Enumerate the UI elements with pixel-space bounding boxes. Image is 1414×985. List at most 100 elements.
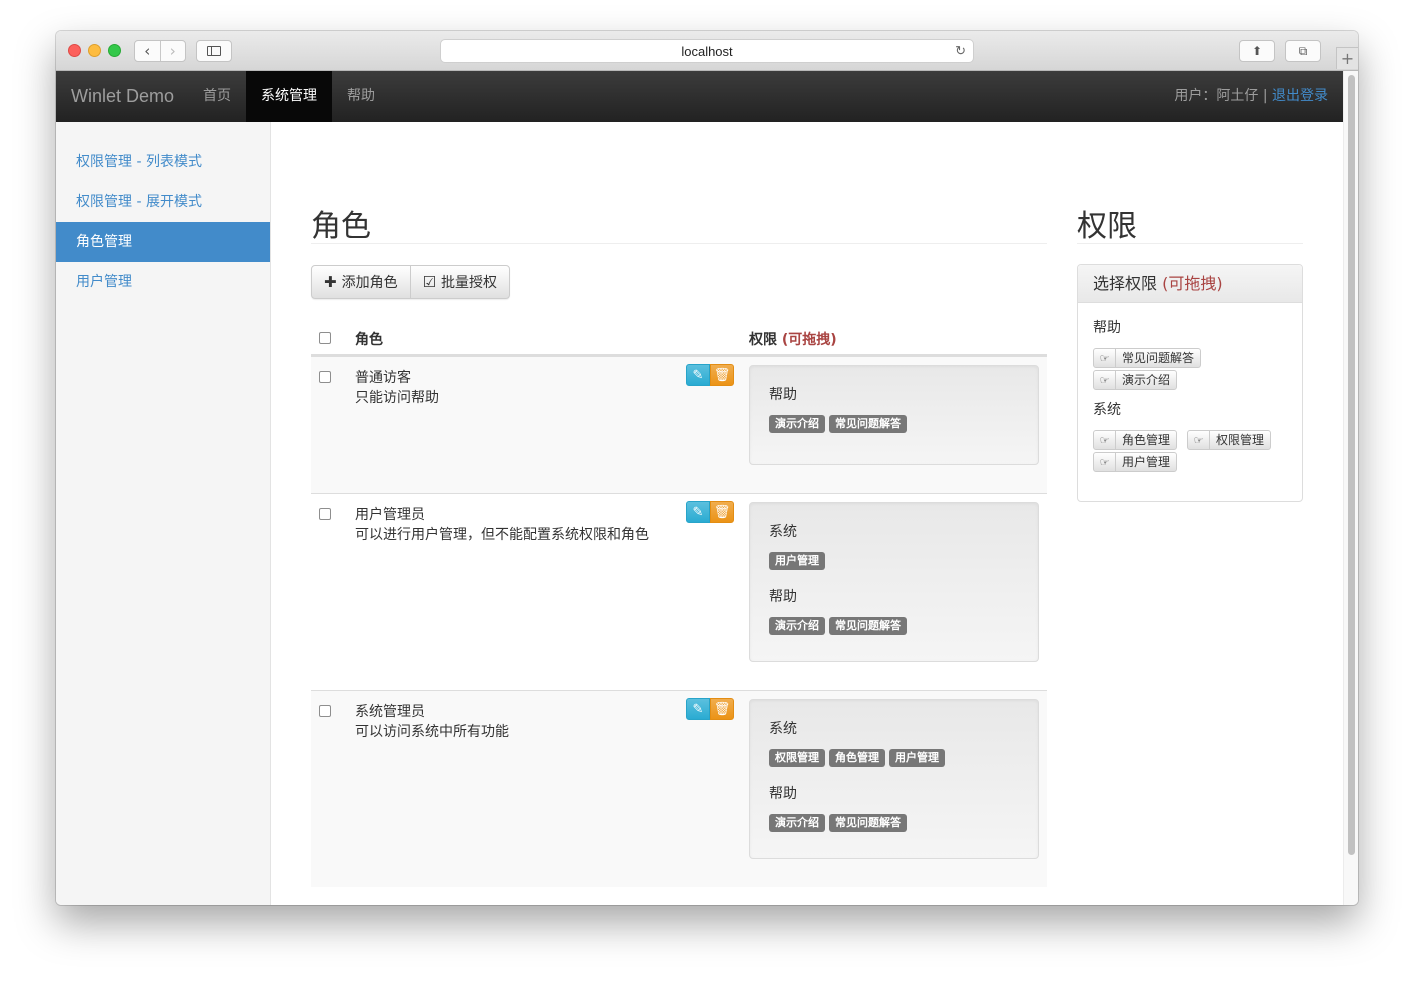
scrollbar-thumb[interactable]: [1348, 75, 1355, 855]
logout-link[interactable]: 退出登录: [1272, 88, 1328, 104]
user-name: 阿土仔: [1216, 88, 1259, 104]
toolbar: ✚ 添加角色 ☑ 批量授权: [311, 265, 511, 299]
edit-button[interactable]: ✎: [686, 501, 710, 523]
close-window-button[interactable]: [68, 44, 81, 57]
drag-hint: (可拖拽): [781, 332, 837, 348]
edit-button[interactable]: ✎: [686, 698, 710, 720]
draggable-permission[interactable]: ☞ 角色管理: [1093, 430, 1178, 450]
zoom-window-button[interactable]: [108, 44, 121, 57]
perm-header-label: 权限: [749, 332, 777, 348]
role-description: 只能访问帮助: [355, 390, 439, 406]
row-checkbox[interactable]: [319, 705, 331, 717]
table-row: 用户管理员 可以进行用户管理，但不能配置系统权限和角色 ✎ 🗑 系统 用户管理 …: [311, 493, 1047, 690]
nav-help[interactable]: 帮助: [332, 71, 390, 122]
nav-system-admin[interactable]: 系统管理: [246, 71, 332, 122]
permission-tag[interactable]: 演示介绍: [769, 814, 825, 832]
permission-group-title: 帮助: [1093, 320, 1121, 336]
trash-icon: 🗑: [713, 701, 731, 717]
permission-drop-zone[interactable]: 帮助 演示介绍 常见问题解答: [749, 365, 1039, 465]
draggable-permission[interactable]: ☞ 权限管理: [1187, 430, 1272, 450]
permission-tag[interactable]: 权限管理: [769, 749, 825, 767]
role-name: 系统管理员: [355, 704, 425, 720]
sidebar-item-role-management[interactable]: 角色管理: [56, 222, 270, 262]
sidebar-item-permission-expand[interactable]: 权限管理 - 展开模式: [56, 182, 270, 222]
permissions-title: 权限: [1077, 209, 1137, 244]
hand-pointer-icon: ☞: [1094, 453, 1116, 471]
row-actions: ✎ 🗑: [686, 364, 734, 386]
sidebar-item-permission-list[interactable]: 权限管理 - 列表模式: [56, 142, 270, 182]
share-icon: ⬆: [1251, 44, 1263, 58]
history-nav: ‹ ›: [134, 40, 186, 62]
permission-tag[interactable]: 角色管理: [829, 749, 885, 767]
add-role-button[interactable]: ✚ 添加角色: [312, 266, 410, 298]
panel-heading: 选择权限 (可拖拽): [1078, 265, 1302, 303]
panel-body: 帮助 ☞ 常见问题解答 ☞ 演示介绍 系统 ☞ 角色管理 ☞ 权限管理 ☞ 用户管理: [1078, 303, 1302, 497]
trash-icon: 🗑: [713, 504, 731, 520]
permission-label: 权限管理: [1216, 433, 1265, 447]
sidebar-item-user-management[interactable]: 用户管理: [56, 262, 270, 302]
sidebar-toggle-button[interactable]: [196, 40, 232, 62]
back-icon[interactable]: ‹: [135, 41, 160, 61]
delete-button[interactable]: 🗑: [710, 501, 734, 523]
address-bar[interactable]: localhost ↻: [440, 39, 974, 63]
row-checkbox[interactable]: [319, 508, 331, 520]
drag-hint: (可拖拽): [1162, 274, 1223, 293]
draggable-permission[interactable]: ☞ 演示介绍: [1093, 370, 1178, 390]
brand-link[interactable]: Winlet Demo: [71, 71, 174, 122]
batch-authorize-label: 批量授权: [441, 275, 498, 291]
permission-items: ☞ 常见问题解答 ☞ 演示介绍: [1093, 348, 1288, 390]
new-tab-button[interactable]: +: [1336, 47, 1358, 69]
permission-tag[interactable]: 常见问题解答: [829, 814, 907, 832]
add-role-label: 添加角色: [341, 275, 398, 291]
table-row: 普通访客 只能访问帮助 ✎ 🗑 帮助 演示介绍 常见问题解答: [311, 356, 1047, 493]
select-all-checkbox[interactable]: [319, 332, 331, 344]
show-tabs-button[interactable]: ⧉: [1285, 40, 1321, 62]
divider: [1077, 243, 1303, 244]
browser-window: ‹ › localhost ↻ ⬆ ⧉ + Winlet Demo 首页 系统管…: [56, 31, 1358, 905]
pencil-icon: ✎: [692, 367, 704, 383]
permission-tag[interactable]: 演示介绍: [769, 415, 825, 433]
delete-button[interactable]: 🗑: [710, 364, 734, 386]
permission-tags: 演示介绍 常见问题解答: [769, 617, 1019, 635]
forward-icon[interactable]: ›: [159, 41, 186, 61]
sidebar: 权限管理 - 列表模式 权限管理 - 展开模式 角色管理 用户管理: [56, 122, 271, 905]
batch-authorize-button[interactable]: ☑ 批量授权: [409, 266, 509, 298]
user-info: 用户：阿土仔 | 退出登录: [1174, 71, 1328, 122]
row-checkbox[interactable]: [319, 371, 331, 383]
edit-button[interactable]: ✎: [686, 364, 710, 386]
delete-button[interactable]: 🗑: [710, 698, 734, 720]
check-circle-icon: ☑: [422, 273, 437, 291]
page-scrollbar[interactable]: [1343, 71, 1358, 905]
permission-tag[interactable]: 用户管理: [889, 749, 945, 767]
permission-tag[interactable]: 常见问题解答: [829, 617, 907, 635]
minimize-window-button[interactable]: [88, 44, 101, 57]
permission-tag[interactable]: 用户管理: [769, 552, 825, 570]
pencil-icon: ✎: [692, 701, 704, 717]
permission-tags: 演示介绍 常见问题解答: [769, 814, 1019, 832]
page-title: 角色: [311, 209, 371, 244]
permission-drop-zone[interactable]: 系统 用户管理 帮助 演示介绍 常见问题解答: [749, 502, 1039, 662]
permission-label: 常见问题解答: [1122, 351, 1195, 365]
permission-group-title: 帮助: [769, 786, 797, 802]
share-button[interactable]: ⬆: [1239, 40, 1275, 62]
permission-tag[interactable]: 演示介绍: [769, 617, 825, 635]
panel-title: 选择权限: [1093, 274, 1158, 293]
nav-home[interactable]: 首页: [188, 71, 246, 122]
sidebar-icon: [207, 46, 221, 56]
draggable-permission[interactable]: ☞ 常见问题解答: [1093, 348, 1202, 368]
role-description: 可以访问系统中所有功能: [355, 724, 509, 740]
reload-icon[interactable]: ↻: [955, 43, 966, 59]
separator: |: [1258, 88, 1272, 104]
pencil-icon: ✎: [692, 504, 704, 520]
permission-group-title: 帮助: [769, 387, 797, 403]
permission-group-title: 帮助: [769, 589, 797, 605]
tabs-icon: ⧉: [1298, 43, 1308, 58]
permission-tag[interactable]: 常见问题解答: [829, 415, 907, 433]
role-name: 用户管理员: [355, 507, 425, 523]
permission-label: 用户管理: [1122, 455, 1171, 469]
hand-pointer-icon: ☞: [1094, 349, 1116, 367]
permission-picker-panel: 选择权限 (可拖拽) 帮助 ☞ 常见问题解答 ☞ 演示介绍 系统 ☞ 角色管理 ☞ 权限…: [1077, 264, 1303, 502]
permission-drop-zone[interactable]: 系统 权限管理 角色管理 用户管理 帮助 演示介绍 常见问题解答: [749, 699, 1039, 859]
draggable-permission[interactable]: ☞ 用户管理: [1093, 452, 1178, 472]
browser-toolbar: ‹ › localhost ↻ ⬆ ⧉ +: [56, 31, 1358, 71]
